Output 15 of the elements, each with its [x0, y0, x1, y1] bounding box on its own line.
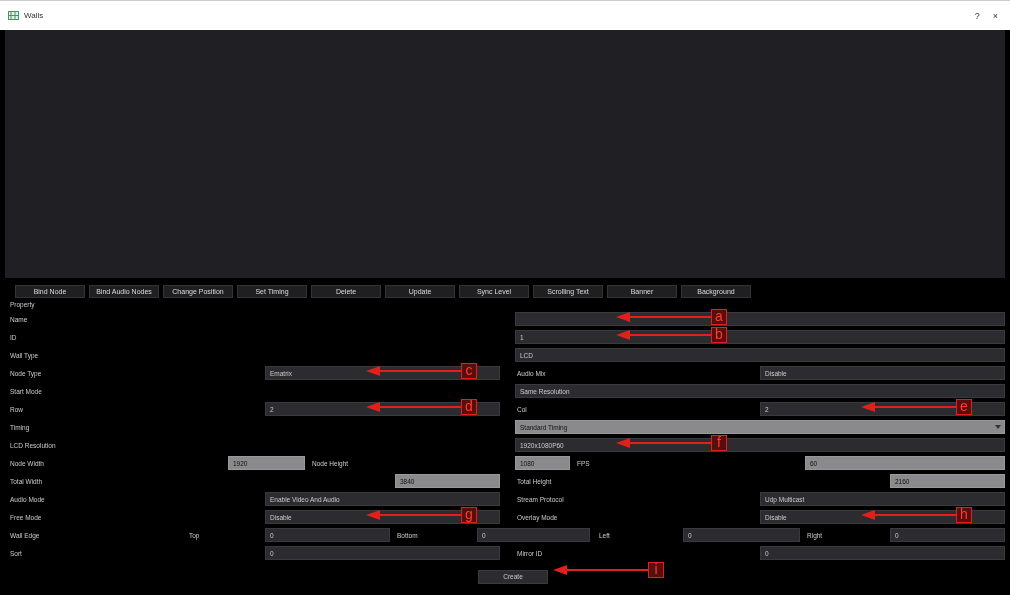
callout-label: h [956, 507, 972, 523]
callout-label: e [956, 399, 972, 415]
callout-label: b [711, 327, 727, 343]
app-icon [8, 11, 19, 20]
caret-icon [995, 425, 1001, 429]
input-field[interactable]: a [515, 312, 1005, 326]
callout-label: g [461, 507, 477, 523]
help-button[interactable]: ? [970, 10, 984, 21]
callout-label: i [648, 562, 664, 578]
close-button[interactable]: × [988, 10, 1002, 21]
callout-label: f [711, 435, 727, 451]
callout-label: a [711, 309, 727, 325]
callout-label: d [461, 399, 477, 415]
callout-label: c [461, 363, 477, 379]
window-title: Walls [24, 11, 45, 20]
